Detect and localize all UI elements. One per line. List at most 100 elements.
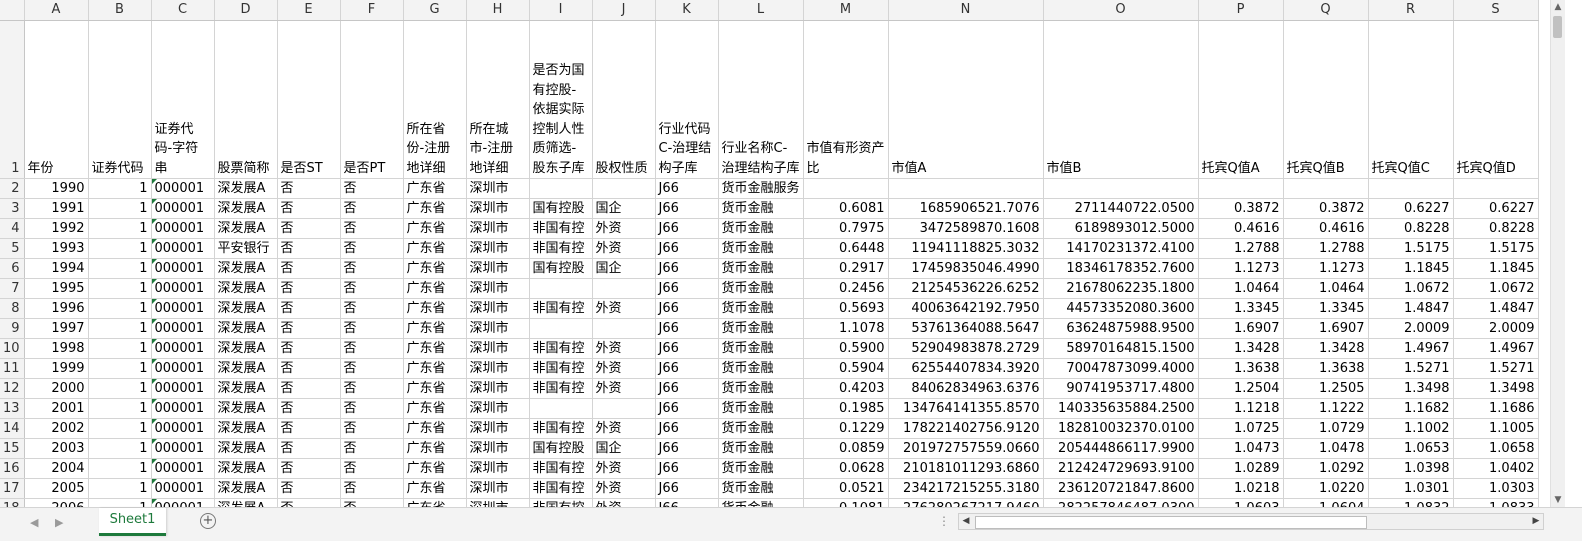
cell-f[interactable]: 否: [340, 298, 404, 319]
cell-l[interactable]: 货币金融: [718, 398, 804, 419]
cell-n[interactable]: 11941118825.3032: [888, 238, 1044, 259]
cell-i[interactable]: 非国有控: [529, 498, 593, 507]
cell-q[interactable]: 1.0464: [1283, 278, 1369, 299]
cell-i[interactable]: 非国有控: [529, 238, 593, 259]
cell-d[interactable]: 深发展A: [214, 458, 278, 479]
cell-b[interactable]: 1: [88, 278, 152, 299]
horizontal-scrollbar[interactable]: ◀ ▶: [958, 513, 1544, 530]
cell-m[interactable]: 0.1229: [803, 418, 889, 439]
cell-f[interactable]: 否: [340, 378, 404, 399]
row-header[interactable]: 18: [0, 498, 25, 507]
cell-c[interactable]: 证券代码-字符串: [151, 20, 215, 179]
cell-p[interactable]: 1.3638: [1198, 358, 1284, 379]
cell-p[interactable]: 1.3345: [1198, 298, 1284, 319]
column-header-g[interactable]: G: [403, 0, 467, 21]
cell-a[interactable]: 2005: [24, 478, 89, 499]
cell-r[interactable]: 1.5175: [1368, 238, 1454, 259]
cell-f[interactable]: 否: [340, 178, 404, 199]
cell-h[interactable]: 深圳市: [466, 418, 530, 439]
cell-j[interactable]: 外资: [592, 478, 656, 499]
cell-s[interactable]: 1.1686: [1453, 398, 1539, 419]
column-header-r[interactable]: R: [1368, 0, 1454, 21]
cell-e[interactable]: 否: [277, 358, 341, 379]
cell-c[interactable]: 000001: [151, 178, 215, 199]
cell-e[interactable]: 否: [277, 458, 341, 479]
column-header-d[interactable]: D: [214, 0, 278, 21]
cell-n[interactable]: 276280267217.9460: [888, 498, 1044, 507]
cell-m[interactable]: 0.1081: [803, 498, 889, 507]
cell-b[interactable]: 1: [88, 218, 152, 239]
cell-a[interactable]: 2004: [24, 458, 89, 479]
cell-r[interactable]: 1.0832: [1368, 498, 1454, 507]
cell-c[interactable]: 000001: [151, 438, 215, 459]
column-header-a[interactable]: A: [24, 0, 89, 21]
cell-e[interactable]: 否: [277, 418, 341, 439]
cell-o[interactable]: 90741953717.4800: [1043, 378, 1199, 399]
cell-e[interactable]: 否: [277, 498, 341, 507]
cell-q[interactable]: 1.1273: [1283, 258, 1369, 279]
cell-r[interactable]: 1.0672: [1368, 278, 1454, 299]
row-header[interactable]: 16: [0, 458, 25, 479]
cell-s[interactable]: 1.4847: [1453, 298, 1539, 319]
cell-h[interactable]: 深圳市: [466, 438, 530, 459]
cell-g[interactable]: 广东省: [403, 238, 467, 259]
cell-q[interactable]: 0.3872: [1283, 198, 1369, 219]
cell-h[interactable]: 深圳市: [466, 198, 530, 219]
cell-c[interactable]: 000001: [151, 398, 215, 419]
cell-m[interactable]: 0.0521: [803, 478, 889, 499]
cell-b[interactable]: 1: [88, 258, 152, 279]
cell-l[interactable]: 货币金融服务: [718, 178, 804, 199]
cell-r[interactable]: 1.0398: [1368, 458, 1454, 479]
cell-g[interactable]: 广东省: [403, 418, 467, 439]
cell-e[interactable]: 否: [277, 298, 341, 319]
cell-p[interactable]: 1.2788: [1198, 238, 1284, 259]
cell-f[interactable]: 否: [340, 318, 404, 339]
cell-c[interactable]: 000001: [151, 198, 215, 219]
cell-o[interactable]: 14170231372.4100: [1043, 238, 1199, 259]
cell-f[interactable]: 否: [340, 198, 404, 219]
cell-r[interactable]: 2.0009: [1368, 318, 1454, 339]
cell-p[interactable]: 1.0473: [1198, 438, 1284, 459]
cell-a[interactable]: 1991: [24, 198, 89, 219]
cell-h[interactable]: 深圳市: [466, 398, 530, 419]
cell-o[interactable]: 236120721847.8600: [1043, 478, 1199, 499]
cell-o[interactable]: 44573352080.3600: [1043, 298, 1199, 319]
cell-e[interactable]: 否: [277, 278, 341, 299]
column-header-c[interactable]: C: [151, 0, 215, 21]
cell-d[interactable]: 深发展A: [214, 378, 278, 399]
row-header[interactable]: 17: [0, 478, 25, 499]
cell-f[interactable]: 否: [340, 458, 404, 479]
cell-j[interactable]: 外资: [592, 298, 656, 319]
cell-g[interactable]: 广东省: [403, 338, 467, 359]
cell-q[interactable]: 托宾Q值B: [1283, 20, 1369, 179]
cell-j[interactable]: 国企: [592, 258, 656, 279]
cell-s[interactable]: 2.0009: [1453, 318, 1539, 339]
cell-f[interactable]: 否: [340, 338, 404, 359]
cell-a[interactable]: 1990: [24, 178, 89, 199]
cell-f[interactable]: 否: [340, 358, 404, 379]
row-header[interactable]: 13: [0, 398, 25, 419]
cell-h[interactable]: 深圳市: [466, 178, 530, 199]
cell-a[interactable]: 1992: [24, 218, 89, 239]
cell-d[interactable]: 深发展A: [214, 298, 278, 319]
cell-q[interactable]: 1.2505: [1283, 378, 1369, 399]
cell-m[interactable]: 市值有形资产比: [803, 20, 889, 179]
cell-g[interactable]: 广东省: [403, 358, 467, 379]
cell-a[interactable]: 年份: [24, 20, 89, 179]
cell-g[interactable]: 广东省: [403, 478, 467, 499]
scroll-right-icon[interactable]: ▶: [1529, 514, 1543, 529]
cell-f[interactable]: 否: [340, 478, 404, 499]
cell-s[interactable]: 1.0303: [1453, 478, 1539, 499]
cell-o[interactable]: 182810032370.0100: [1043, 418, 1199, 439]
cell-q[interactable]: 1.0292: [1283, 458, 1369, 479]
cell-l[interactable]: 货币金融: [718, 418, 804, 439]
cell-n[interactable]: 52904983878.2729: [888, 338, 1044, 359]
cell-c[interactable]: 000001: [151, 498, 215, 507]
horizontal-scroll-thumb[interactable]: [975, 516, 1367, 529]
cell-f[interactable]: 否: [340, 238, 404, 259]
cell-n[interactable]: 210181011293.6860: [888, 458, 1044, 479]
cell-b[interactable]: 1: [88, 378, 152, 399]
cell-e[interactable]: 否: [277, 238, 341, 259]
column-header-k[interactable]: K: [655, 0, 719, 21]
cell-l[interactable]: 货币金融: [718, 478, 804, 499]
